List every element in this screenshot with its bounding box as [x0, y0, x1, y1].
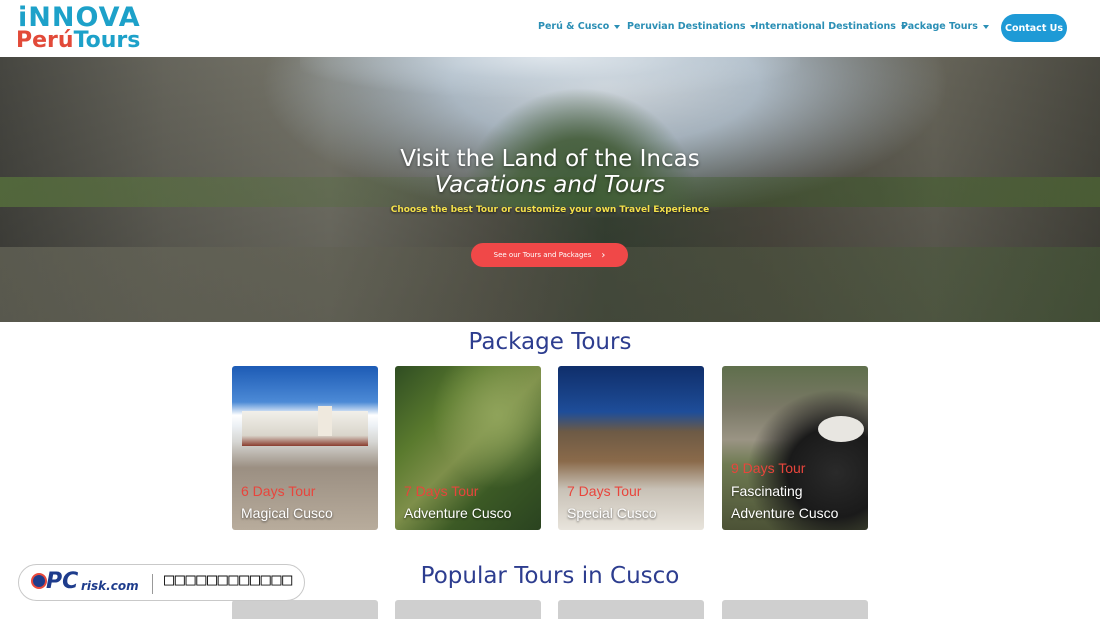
package-card-fascinating-adventure-cusco[interactable]: 9 Days Tour Fascinating Adventure Cusco	[722, 366, 868, 530]
logo-peru: Perú	[16, 28, 74, 53]
watermark-divider	[152, 574, 153, 594]
pcrisk-watermark: PC risk.com □□□□□□□□□□□□	[18, 564, 305, 601]
chevron-right-icon: ›	[601, 249, 606, 261]
site-header: iNNOVA PerúTours Perú & Cusco Peruvian D…	[0, 0, 1100, 57]
popular-tour-card[interactable]	[395, 600, 541, 619]
nav-item-peruvian-destinations[interactable]: Peruvian Destinations	[627, 21, 757, 32]
card-photo	[818, 416, 864, 442]
popular-tour-card[interactable]	[232, 600, 378, 619]
caret-down-icon	[614, 24, 621, 29]
watermark-brand-pc: PC	[46, 569, 79, 594]
card-name: Fascinating	[731, 483, 803, 499]
nav-item-international-destinations[interactable]: International Destinations	[755, 21, 907, 32]
card-photo	[318, 406, 332, 436]
logo-peru-tours: PerúTours	[16, 29, 140, 53]
nav-item-peru-cusco[interactable]: Perú & Cusco	[538, 21, 621, 32]
card-days: 6 Days Tour	[241, 483, 316, 499]
see-tours-button[interactable]: See our Tours and Packages ›	[471, 243, 628, 267]
popular-tour-card[interactable]	[558, 600, 704, 619]
package-card-special-cusco[interactable]: 7 Days Tour Special Cusco	[558, 366, 704, 530]
watermark-brand-risk: risk.com	[81, 579, 139, 593]
hero-subtitle: Vacations and Tours	[434, 172, 666, 198]
nav-label: Peruvian Destinations	[627, 21, 746, 32]
nav-item-package-tours[interactable]: Package Tours	[901, 21, 989, 32]
logo-tours: Tours	[73, 28, 141, 53]
nav-label: Package Tours	[901, 21, 978, 32]
hero-banner: Visit the Land of the Incas Vacations an…	[0, 57, 1100, 322]
card-name: Special Cusco	[567, 505, 657, 521]
package-card-magical-cusco[interactable]: 6 Days Tour Magical Cusco	[232, 366, 378, 530]
hero-title: Visit the Land of the Incas	[400, 146, 700, 172]
popular-tour-card[interactable]	[722, 600, 868, 619]
card-days: 9 Days Tour	[731, 460, 806, 476]
caret-down-icon	[982, 24, 989, 29]
card-photo	[242, 411, 368, 446]
card-name-line2: Adventure Cusco	[731, 505, 839, 521]
nav-label: International Destinations	[755, 21, 896, 32]
watermark-text: □□□□□□□□□□□□	[164, 570, 293, 590]
card-days: 7 Days Tour	[404, 483, 479, 499]
package-card-adventure-cusco[interactable]: 7 Days Tour Adventure Cusco	[395, 366, 541, 530]
nav-label: Perú & Cusco	[538, 21, 610, 32]
site-logo[interactable]: iNNOVA PerúTours	[16, 4, 140, 53]
see-tours-label: See our Tours and Packages	[493, 251, 592, 259]
hero-tagline: Choose the best Tour or customize your o…	[390, 205, 710, 215]
contact-us-button[interactable]: Contact Us	[1001, 14, 1067, 42]
card-name: Magical Cusco	[241, 505, 333, 521]
package-tours-heading: Package Tours	[468, 329, 632, 355]
card-days: 7 Days Tour	[567, 483, 642, 499]
card-name: Adventure Cusco	[404, 505, 512, 521]
magnifier-icon	[31, 573, 47, 589]
